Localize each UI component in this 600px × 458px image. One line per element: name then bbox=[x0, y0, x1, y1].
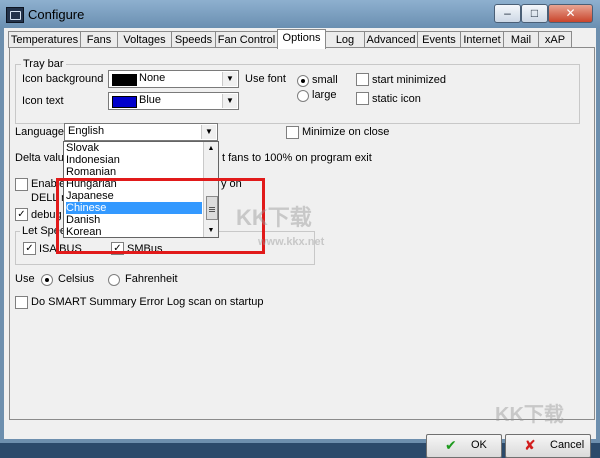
tab-events[interactable]: Events bbox=[417, 31, 461, 48]
language-option[interactable]: Slovak bbox=[66, 142, 202, 154]
icon-background-value: None bbox=[139, 72, 166, 84]
tab-internet[interactable]: Internet bbox=[460, 31, 504, 48]
use-font-label: Use font bbox=[245, 73, 286, 85]
font-small-label: small bbox=[312, 74, 338, 86]
fans-100-label: t fans to 100% on program exit bbox=[222, 152, 372, 164]
isa-bus-checkbox[interactable]: ✓ bbox=[23, 242, 36, 255]
celsius-label: Celsius bbox=[58, 273, 95, 285]
maximize-button[interactable]: □ bbox=[521, 4, 548, 23]
icon-background-swatch bbox=[112, 74, 137, 86]
scroll-up-icon[interactable]: ▲ bbox=[204, 142, 218, 155]
close-button[interactable]: ✕ bbox=[548, 4, 593, 23]
watermark-url: www.kkx.net bbox=[258, 236, 325, 248]
highlight-rectangle bbox=[56, 178, 265, 254]
ok-label: OK bbox=[471, 439, 487, 451]
icon-background-select[interactable]: None ▼ bbox=[108, 70, 239, 88]
tab-mail[interactable]: Mail bbox=[503, 31, 539, 48]
title-bar: Configure – □ ✕ bbox=[0, 0, 600, 28]
app-icon bbox=[6, 7, 24, 23]
static-icon-label: static icon bbox=[372, 93, 421, 105]
enable-checkbox[interactable] bbox=[15, 178, 28, 191]
cancel-label: Cancel bbox=[550, 439, 585, 451]
language-value: English bbox=[68, 125, 105, 137]
chevron-down-icon[interactable]: ▼ bbox=[222, 72, 237, 86]
tray-bar-title: Tray bar bbox=[21, 58, 66, 70]
static-icon-checkbox[interactable] bbox=[356, 92, 369, 105]
delta-value-label: Delta value bbox=[15, 152, 71, 164]
window-title: Configure bbox=[28, 7, 85, 22]
smart-scan-label: Do SMART Summary Error Log scan on start… bbox=[31, 296, 264, 308]
font-small-radio[interactable] bbox=[297, 75, 309, 87]
tab-fan-control[interactable]: Fan Control bbox=[215, 31, 278, 48]
checkmark-icon: ✔ bbox=[445, 437, 457, 453]
tab-log[interactable]: Log bbox=[325, 31, 365, 48]
chevron-down-icon[interactable]: ▼ bbox=[201, 125, 216, 139]
icon-text-label: Icon text bbox=[22, 95, 64, 107]
smart-scan-checkbox[interactable] bbox=[15, 296, 28, 309]
tab-speeds[interactable]: Speeds bbox=[171, 31, 216, 48]
ok-button[interactable]: ✔ OK bbox=[426, 434, 502, 458]
minimize-on-close-label: Minimize on close bbox=[302, 126, 390, 138]
tab-temperatures[interactable]: Temperatures bbox=[8, 31, 81, 48]
configure-window: Configure – □ ✕ Temperatures Fans Voltag… bbox=[0, 0, 600, 458]
language-label: Language bbox=[15, 126, 64, 138]
icon-text-swatch bbox=[112, 96, 137, 108]
language-option[interactable]: Romanian bbox=[66, 166, 202, 178]
icon-text-select[interactable]: Blue ▼ bbox=[108, 92, 239, 110]
chevron-down-icon[interactable]: ▼ bbox=[222, 94, 237, 108]
start-minimized-label: start minimized bbox=[372, 74, 446, 86]
celsius-radio[interactable] bbox=[41, 274, 53, 286]
watermark-corner-brand: KK下载 bbox=[495, 404, 564, 426]
use-label: Use bbox=[15, 273, 35, 285]
tab-advanced[interactable]: Advanced bbox=[364, 31, 418, 48]
language-option[interactable]: Indonesian bbox=[66, 154, 202, 166]
cancel-x-icon: ✘ bbox=[524, 437, 536, 453]
fahrenheit-label: Fahrenheit bbox=[125, 273, 178, 285]
cancel-button[interactable]: ✘ Cancel bbox=[505, 434, 591, 458]
debug-checkbox[interactable]: ✓ bbox=[15, 208, 28, 221]
tab-voltages[interactable]: Voltages bbox=[117, 31, 172, 48]
minimize-button[interactable]: – bbox=[494, 4, 521, 23]
watermark-brand: KK下载 bbox=[236, 205, 312, 230]
language-select[interactable]: English ▼ bbox=[64, 123, 218, 141]
tab-xap[interactable]: xAP bbox=[538, 31, 572, 48]
font-large-label: large bbox=[312, 89, 337, 101]
tab-strip: Temperatures Fans Voltages Speeds Fan Co… bbox=[8, 29, 593, 49]
icon-background-label: Icon background bbox=[22, 73, 104, 85]
icon-text-value: Blue bbox=[139, 94, 162, 106]
fahrenheit-radio[interactable] bbox=[108, 274, 120, 286]
tab-fans[interactable]: Fans bbox=[80, 31, 118, 48]
start-minimized-checkbox[interactable] bbox=[356, 73, 369, 86]
minimize-on-close-checkbox[interactable] bbox=[286, 126, 299, 139]
font-large-radio[interactable] bbox=[297, 90, 309, 102]
tab-options[interactable]: Options bbox=[277, 29, 326, 49]
